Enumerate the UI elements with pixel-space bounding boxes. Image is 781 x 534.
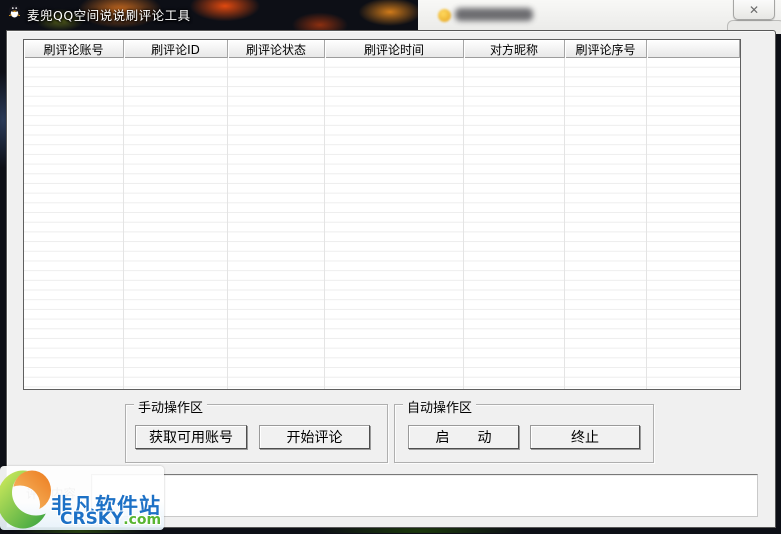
column-header-5[interactable]: 对方昵称 bbox=[464, 40, 565, 58]
table-column-2 bbox=[124, 58, 228, 389]
auto-start-button[interactable]: 启 动 bbox=[408, 425, 519, 449]
close-icon: ✕ bbox=[749, 2, 759, 19]
crsky-watermark: 非凡软件站 CRSKY.com bbox=[0, 466, 164, 530]
watermark-site-domain: CRSKY.com bbox=[60, 509, 161, 529]
crsky-crescent-logo-icon bbox=[0, 469, 55, 530]
table-column-6 bbox=[565, 58, 647, 389]
table-column-1 bbox=[24, 58, 124, 389]
close-button[interactable]: ✕ bbox=[733, 0, 775, 20]
get-available-accounts-button[interactable]: 获取可用账号 bbox=[135, 425, 247, 449]
table-body[interactable] bbox=[24, 58, 740, 389]
watermark-domain-text: CRSKY bbox=[60, 509, 123, 529]
start-comment-button[interactable]: 开始评论 bbox=[259, 425, 370, 449]
column-header-filler[interactable] bbox=[647, 40, 740, 58]
manual-operation-groupbox: 手动操作区 获取可用账号 开始评论 bbox=[125, 404, 388, 463]
manual-group-title: 手动操作区 bbox=[134, 397, 207, 416]
window-title: 麦兜QQ空间说说刷评论工具 bbox=[27, 5, 191, 24]
table-column-3 bbox=[228, 58, 325, 389]
app-window: 刷评论账号刷评论ID刷评论状态刷评论时间对方昵称刷评论序号 手动操作区 获取可用… bbox=[6, 30, 776, 528]
comment-content-input[interactable] bbox=[91, 474, 758, 517]
blurred-tab-title bbox=[455, 8, 533, 21]
auto-stop-button[interactable]: 终止 bbox=[530, 425, 640, 449]
table-header: 刷评论账号刷评论ID刷评论状态刷评论时间对方昵称刷评论序号 bbox=[24, 40, 740, 58]
column-header-6[interactable]: 刷评论序号 bbox=[565, 40, 647, 58]
table-column-4 bbox=[325, 58, 464, 389]
blurred-favicon-icon bbox=[438, 9, 451, 22]
table-column-5 bbox=[464, 58, 565, 389]
table-column-7 bbox=[647, 58, 740, 389]
auto-operation-groupbox: 自动操作区 启 动 终止 bbox=[394, 404, 654, 463]
comment-listview[interactable]: 刷评论账号刷评论ID刷评论状态刷评论时间对方昵称刷评论序号 bbox=[23, 39, 741, 390]
qq-penguin-icon bbox=[7, 3, 22, 18]
watermark-tld-text: .com bbox=[123, 512, 161, 528]
auto-group-title: 自动操作区 bbox=[403, 397, 476, 416]
column-header-3[interactable]: 刷评论状态 bbox=[228, 40, 325, 58]
column-header-4[interactable]: 刷评论时间 bbox=[325, 40, 464, 58]
column-header-1[interactable]: 刷评论账号 bbox=[24, 40, 124, 58]
column-header-2[interactable]: 刷评论ID bbox=[124, 40, 228, 58]
